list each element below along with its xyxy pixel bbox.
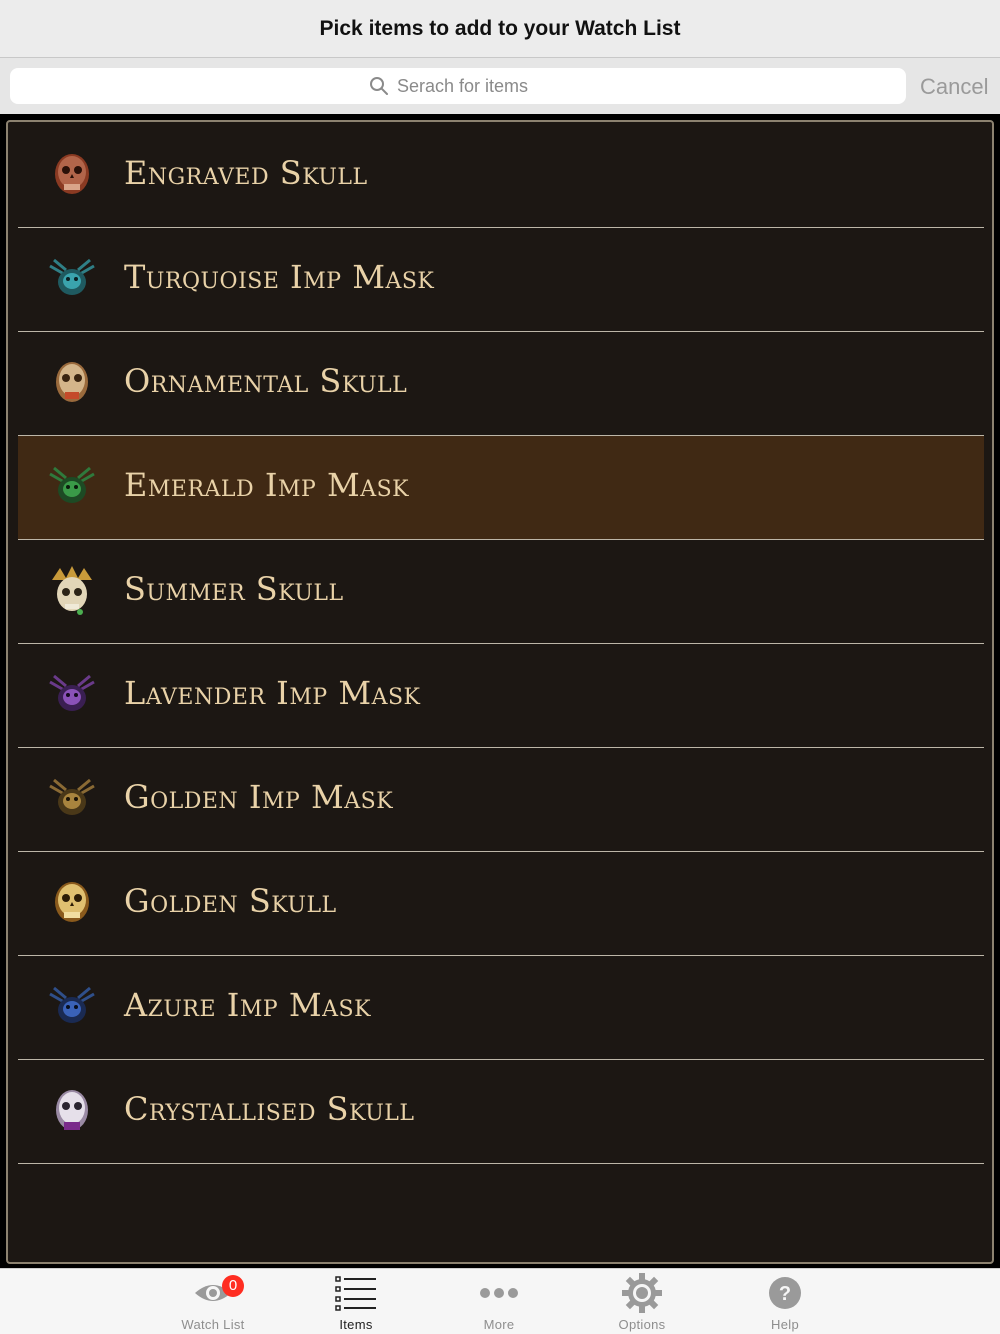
item-row-ornamental-skull[interactable]: Ornamental Skull <box>18 332 984 436</box>
item-list: Engraved Skull Turquoise Imp Mask Orname… <box>6 120 994 1264</box>
golden-skull-icon <box>55 882 89 922</box>
engraved-skull-icon <box>55 154 89 194</box>
item-row-azure-imp-mask[interactable]: Azure Imp Mask <box>18 956 984 1060</box>
item-label: Azure Imp Mask <box>124 986 372 1024</box>
tab-label: Watch List <box>181 1317 245 1332</box>
item-label: Turquoise Imp Mask <box>124 258 435 296</box>
tab-options[interactable]: Options <box>587 1269 697 1334</box>
tab-help[interactable]: ? Help <box>730 1269 840 1334</box>
lavender-imp-mask-icon <box>49 674 95 711</box>
item-row-crystallised-skull[interactable]: Crystallised Skull <box>18 1060 984 1164</box>
list-icon <box>335 1276 376 1311</box>
item-label: Lavender Imp Mask <box>124 674 421 712</box>
search-icon <box>370 77 388 95</box>
item-row-emerald-imp-mask[interactable]: Emerald Imp Mask <box>18 436 984 540</box>
gear-icon <box>622 1273 662 1313</box>
cancel-button[interactable]: Cancel <box>920 72 988 102</box>
golden-imp-mask-icon <box>49 778 95 815</box>
ornamental-skull-icon <box>56 362 88 402</box>
item-row-summer-skull[interactable]: Summer Skull <box>18 540 984 644</box>
tab-watch-list[interactable]: 0 Watch List <box>158 1269 268 1334</box>
svg-text:?: ? <box>779 1283 791 1305</box>
item-label: Summer Skull <box>124 570 344 608</box>
tab-label: Items <box>339 1317 373 1332</box>
nav-bar: Pick items to add to your Watch List <box>0 0 1000 58</box>
item-row-turquoise-imp-mask[interactable]: Turquoise Imp Mask <box>18 228 984 332</box>
watch-list-badge: 0 <box>222 1275 244 1297</box>
tab-items[interactable]: Items <box>301 1269 411 1334</box>
item-label: Golden Imp Mask <box>124 778 394 816</box>
emerald-imp-mask-icon <box>49 466 95 503</box>
item-label: Golden Skull <box>124 882 337 920</box>
tab-label: More <box>483 1317 515 1332</box>
item-row-golden-skull[interactable]: Golden Skull <box>18 852 984 956</box>
item-label: Ornamental Skull <box>124 362 408 400</box>
search-input[interactable] <box>397 75 547 97</box>
crystallised-skull-icon <box>56 1090 88 1130</box>
item-row-lavender-imp-mask[interactable]: Lavender Imp Mask <box>18 644 984 748</box>
page-title: Pick items to add to your Watch List <box>319 16 681 40</box>
item-row-golden-imp-mask[interactable]: Golden Imp Mask <box>18 748 984 852</box>
help-icon: ? <box>769 1277 801 1309</box>
more-dots-icon <box>480 1288 518 1298</box>
item-label: Emerald Imp Mask <box>124 466 410 504</box>
tab-bar: 0 Watch List Items More Options ? Help <box>0 1268 1000 1334</box>
tab-more[interactable]: More <box>444 1269 554 1334</box>
item-row-engraved-skull[interactable]: Engraved Skull <box>18 124 984 228</box>
azure-imp-mask-icon <box>49 986 95 1023</box>
turquoise-imp-mask-icon <box>49 258 95 295</box>
summer-skull-icon <box>52 566 92 615</box>
tab-label: Help <box>771 1317 799 1332</box>
search-bar: Cancel <box>0 58 1000 114</box>
item-label: Crystallised Skull <box>124 1090 415 1128</box>
tab-label: Options <box>618 1317 666 1332</box>
item-label: Engraved Skull <box>124 154 368 192</box>
search-field[interactable] <box>10 68 906 104</box>
